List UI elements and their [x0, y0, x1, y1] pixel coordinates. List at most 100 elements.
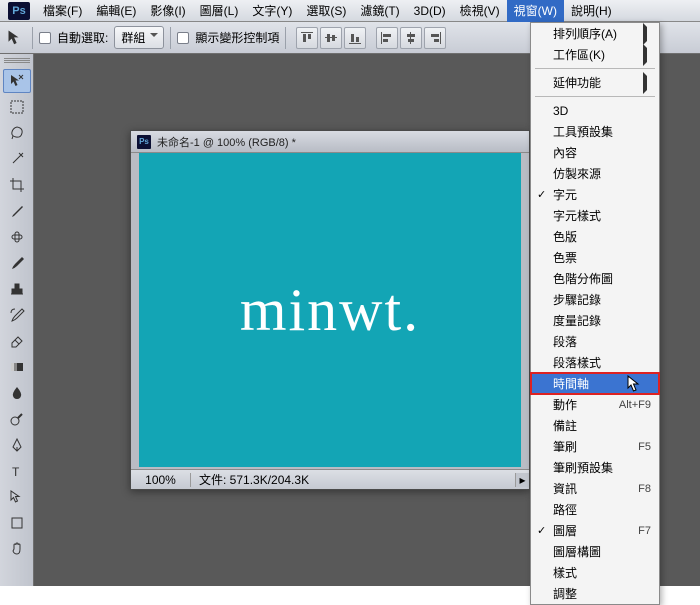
heal-tool[interactable] — [3, 225, 31, 249]
menu-item-paths[interactable]: 路徑 — [531, 499, 659, 520]
shape-tool[interactable] — [3, 511, 31, 535]
menu-item-extensions[interactable]: 延伸功能 — [531, 72, 659, 93]
type-tool[interactable]: T — [3, 459, 31, 483]
canvas[interactable]: minwt. — [139, 153, 521, 467]
document-titlebar[interactable]: Ps 未命名-1 @ 100% (RGB/8) * — [131, 131, 529, 153]
auto-select-checkbox[interactable] — [39, 32, 51, 44]
menu-help[interactable]: 說明(H) — [564, 0, 619, 22]
marquee-tool[interactable] — [3, 95, 31, 119]
menu-file[interactable]: 檔案(F) — [36, 0, 89, 22]
shortcut-label: F8 — [638, 483, 651, 495]
menu-item-actions[interactable]: 動作Alt+F9 — [531, 394, 659, 415]
menu-filter[interactable]: 濾鏡(T) — [353, 0, 406, 22]
menu-item-paragraph[interactable]: 段落 — [531, 331, 659, 352]
separator — [32, 27, 33, 49]
crop-tool[interactable] — [3, 173, 31, 197]
menu-item-para-styles[interactable]: 段落樣式 — [531, 352, 659, 373]
menu-separator — [535, 68, 655, 69]
menu-window[interactable]: 視窗(W) — [507, 0, 564, 22]
menu-item-workspace[interactable]: 工作區(K) — [531, 44, 659, 65]
status-bar: 100% 文件: 571.3K/204.3K ▸ — [131, 469, 529, 489]
stamp-tool[interactable] — [3, 277, 31, 301]
dodge-tool[interactable] — [3, 407, 31, 431]
hand-tool[interactable] — [3, 537, 31, 561]
document-title: 未命名-1 @ 100% (RGB/8) * — [157, 134, 296, 150]
canvas-text: minwt. — [240, 276, 420, 345]
shortcut-label: F5 — [638, 441, 651, 453]
menu-item-histogram[interactable]: 色階分佈圖 — [531, 268, 659, 289]
menu-item-notes[interactable]: 備註 — [531, 415, 659, 436]
history-brush-tool[interactable] — [3, 303, 31, 327]
wand-tool[interactable] — [3, 147, 31, 171]
menu-item-tool-presets[interactable]: 工具預設集 — [531, 121, 659, 142]
panel-grip[interactable] — [4, 58, 30, 66]
menu-item-history[interactable]: 步驟記錄 — [531, 289, 659, 310]
cursor-icon — [627, 375, 641, 393]
submenu-arrow-icon — [643, 48, 651, 62]
menu-select[interactable]: 選取(S) — [299, 0, 353, 22]
tool-panel: T — [0, 54, 34, 586]
menu-item-character[interactable]: 字元 — [531, 184, 659, 205]
shortcut-label: F7 — [638, 525, 651, 537]
submenu-arrow-icon — [643, 27, 651, 41]
eyedropper-tool[interactable] — [3, 199, 31, 223]
window-menu-dropdown: 排列順序(A) 工作區(K) 延伸功能 3D 工具預設集 內容 仿製來源 字元 … — [530, 22, 660, 605]
zoom-level[interactable]: 100% — [131, 473, 191, 487]
menu-edit[interactable]: 編輯(E) — [89, 0, 143, 22]
path-tool[interactable] — [3, 485, 31, 509]
transform-controls-label: 顯示變形控制項 — [195, 29, 279, 46]
gradient-tool[interactable] — [3, 355, 31, 379]
menu-layer[interactable]: 圖層(L) — [193, 0, 246, 22]
separator — [285, 27, 286, 49]
menu-type[interactable]: 文字(Y) — [245, 0, 299, 22]
menu-item-color[interactable]: 色票 — [531, 247, 659, 268]
align-right-button[interactable] — [424, 27, 446, 49]
menu-item-styles[interactable]: 樣式 — [531, 562, 659, 583]
scroll-arrow-icon[interactable]: ▸ — [515, 473, 529, 487]
align-bottom-button[interactable] — [344, 27, 366, 49]
menu-item-measurement[interactable]: 度量記錄 — [531, 310, 659, 331]
menu-item-swatches[interactable]: 色版 — [531, 226, 659, 247]
document-window[interactable]: Ps 未命名-1 @ 100% (RGB/8) * minwt. 100% 文件… — [130, 130, 530, 490]
menu-item-layer-comps[interactable]: 圖層構圖 — [531, 541, 659, 562]
align-group-2 — [376, 27, 446, 49]
align-left-button[interactable] — [376, 27, 398, 49]
menu-bar: Ps 檔案(F) 編輯(E) 影像(I) 圖層(L) 文字(Y) 選取(S) 濾… — [0, 0, 700, 22]
app-logo: Ps — [8, 2, 30, 20]
menu-item-arrange[interactable]: 排列順序(A) — [531, 23, 659, 44]
align-vcenter-button[interactable] — [320, 27, 342, 49]
blur-tool[interactable] — [3, 381, 31, 405]
menu-item-layers[interactable]: 圖層F7 — [531, 520, 659, 541]
menu-item-timeline[interactable]: 時間軸 — [531, 373, 659, 394]
submenu-arrow-icon — [643, 76, 651, 90]
menu-item-brush[interactable]: 筆刷F5 — [531, 436, 659, 457]
svg-text:T: T — [12, 465, 20, 479]
document-info[interactable]: 文件: 571.3K/204.3K — [191, 471, 515, 488]
menu-3d[interactable]: 3D(D) — [407, 1, 453, 21]
menu-item-clone-source[interactable]: 仿製來源 — [531, 163, 659, 184]
align-hcenter-button[interactable] — [400, 27, 422, 49]
photoshop-app: Ps 檔案(F) 編輯(E) 影像(I) 圖層(L) 文字(Y) 選取(S) 濾… — [0, 0, 700, 586]
auto-select-dropdown[interactable]: 群組 — [114, 26, 164, 49]
auto-select-label: 自動選取: — [57, 29, 108, 46]
lasso-tool[interactable] — [3, 121, 31, 145]
move-tool[interactable] — [3, 69, 31, 93]
menu-item-info[interactable]: 資訊F8 — [531, 478, 659, 499]
shortcut-label: Alt+F9 — [619, 399, 651, 411]
menu-item-adjustments[interactable]: 調整 — [531, 583, 659, 604]
brush-tool[interactable] — [3, 251, 31, 275]
menu-item-3d[interactable]: 3D — [531, 100, 659, 121]
transform-controls-checkbox[interactable] — [177, 32, 189, 44]
menu-image[interactable]: 影像(I) — [143, 0, 192, 22]
menu-item-char-styles[interactable]: 字元樣式 — [531, 205, 659, 226]
move-tool-icon — [6, 28, 26, 48]
menu-item-label: 時間軸 — [553, 375, 589, 392]
menu-item-brush-presets[interactable]: 筆刷預設集 — [531, 457, 659, 478]
eraser-tool[interactable] — [3, 329, 31, 353]
pen-tool[interactable] — [3, 433, 31, 457]
menu-view[interactable]: 檢視(V) — [453, 0, 507, 22]
menu-item-content[interactable]: 內容 — [531, 142, 659, 163]
align-top-button[interactable] — [296, 27, 318, 49]
align-group-1 — [296, 27, 366, 49]
separator — [170, 27, 171, 49]
